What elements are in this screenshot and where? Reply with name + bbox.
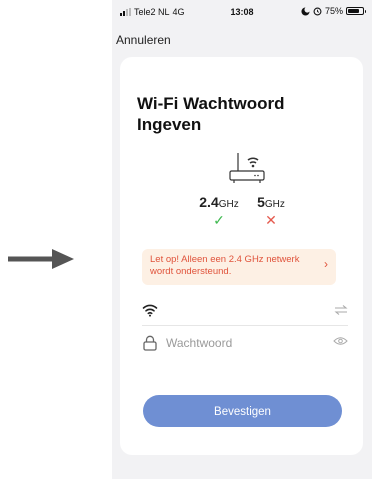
battery-percent: 75% <box>324 6 343 16</box>
status-right: 75% <box>301 6 366 16</box>
wifi-ssid-input[interactable] <box>166 301 316 321</box>
alarm-icon <box>313 7 322 15</box>
band-unit: GHz <box>264 199 285 210</box>
frequency-bands: 2.4GHz ✓ 5GHz ✕ <box>120 194 363 234</box>
notice-banner[interactable]: Let op! Alleen een 2.4 GHz netwerk wordt… <box>142 249 336 285</box>
band-freq: 5 <box>257 194 265 210</box>
band-5ghz: 5GHz ✕ <box>251 194 291 228</box>
cancel-button[interactable]: Annuleren <box>116 33 171 47</box>
password-field[interactable] <box>142 329 348 357</box>
phone-screen: Tele2 NL 4G 13:08 75% Annuleren Wi-Fi Wa… <box>112 0 372 479</box>
page-title: Wi-Fi Wachtwoord Ingeven <box>137 94 285 134</box>
location-icon <box>301 6 310 16</box>
battery-icon <box>346 7 366 15</box>
band-freq: 2.4 <box>199 194 219 210</box>
arrow-right-icon <box>8 249 74 269</box>
wifi-setup-card: Wi-Fi Wachtwoord Ingeven 2.4GHz ✓ 5GHz ✕… <box>120 57 363 455</box>
eye-icon[interactable] <box>333 336 348 346</box>
band-2-4ghz: 2.4GHz ✓ <box>193 194 245 228</box>
password-input[interactable] <box>166 333 316 353</box>
confirm-button[interactable]: Bevestigen <box>143 395 342 427</box>
wifi-network-field[interactable] <box>142 297 348 326</box>
chevron-right-icon: › <box>324 257 328 271</box>
band-unit: GHz <box>218 199 239 210</box>
wifi-icon <box>142 304 158 317</box>
lock-icon <box>143 335 157 351</box>
router-icon <box>229 153 265 183</box>
battery-fill <box>348 9 359 13</box>
status-bar: Tele2 NL 4G 13:08 75% <box>112 0 372 24</box>
check-icon: ✓ <box>213 212 225 228</box>
cross-icon: ✕ <box>265 212 277 228</box>
notice-text: Let op! Alleen een 2.4 GHz netwerk wordt… <box>150 254 300 277</box>
switch-network-icon[interactable] <box>334 304 348 316</box>
